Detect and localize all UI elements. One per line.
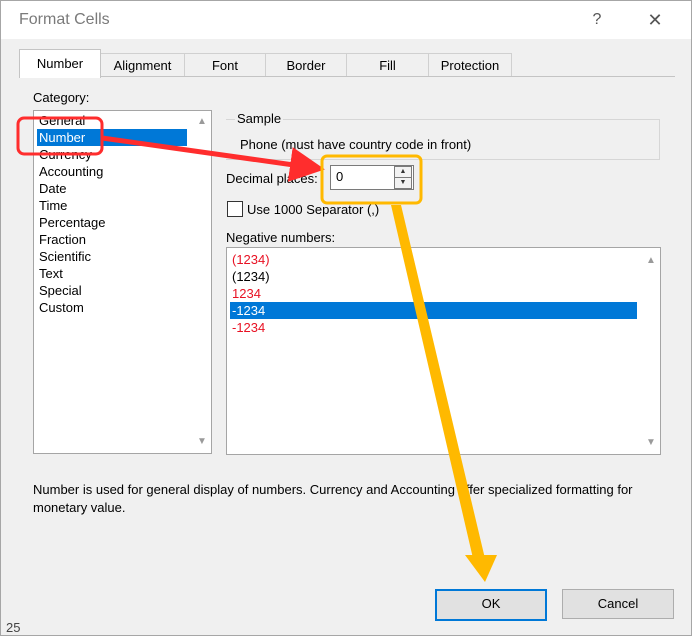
tab-fill[interactable]: Fill (346, 53, 429, 77)
category-label-text: Category: (33, 90, 90, 105)
category-item-text[interactable]: Text (37, 265, 63, 282)
use-1000-separator-label: Use 1000 Separator (,) (247, 202, 380, 217)
category-item-fraction[interactable]: Fraction (37, 231, 86, 248)
decimal-places-value: 0 (336, 169, 344, 184)
ok-button[interactable]: OK (435, 589, 547, 621)
decimal-places-label: Decimal places: (226, 171, 318, 186)
cancel-button[interactable]: Cancel (562, 589, 674, 619)
category-item-date[interactable]: Date (37, 180, 66, 197)
negative-item-parens[interactable]: (1234) (230, 268, 270, 285)
negative-item-minus[interactable]: -1234 (230, 302, 637, 319)
sample-label: Sample (235, 111, 284, 126)
help-icon[interactable]: ? (583, 9, 611, 31)
scroll-down-icon[interactable]: ▼ (193, 433, 211, 451)
scroll-down-icon[interactable]: ▼ (642, 434, 660, 452)
negative-item-red-plain[interactable]: 1234 (230, 285, 261, 302)
tab-alignment[interactable]: Alignment (100, 53, 185, 77)
title-bar: Format Cells ? ✕ (1, 1, 691, 39)
category-item-time[interactable]: Time (37, 197, 67, 214)
tab-border[interactable]: Border (265, 53, 347, 77)
dialog-title: Format Cells (19, 11, 110, 28)
category-item-number[interactable]: Number (37, 129, 187, 146)
category-item-scientific[interactable]: Scientific (37, 248, 91, 265)
format-cells-dialog: Format Cells ? ✕ Number Alignment Font B… (0, 0, 692, 636)
negative-item-red-minus[interactable]: -1234 (230, 319, 265, 336)
tab-protection[interactable]: Protection (428, 53, 512, 77)
tab-number[interactable]: Number (19, 49, 101, 78)
category-listbox[interactable]: General Number Currency Accounting Date … (33, 110, 212, 454)
negative-numbers-label: Negative numbers: (226, 230, 336, 245)
category-scrollbar[interactable]: ▲ ▼ (193, 111, 211, 453)
category-label: Category: (33, 90, 89, 105)
category-item-percentage[interactable]: Percentage (37, 214, 106, 231)
scroll-up-icon[interactable]: ▲ (642, 252, 660, 270)
category-item-general[interactable]: General (37, 112, 85, 129)
tab-font[interactable]: Font (184, 53, 266, 77)
close-icon[interactable]: ✕ (641, 9, 669, 31)
row-number: 25 (6, 620, 21, 635)
spin-down-icon[interactable]: ▼ (394, 177, 412, 189)
category-item-special[interactable]: Special (37, 282, 82, 299)
category-description: Number is used for general display of nu… (33, 482, 633, 515)
negative-numbers-scrollbar[interactable]: ▲ ▼ (642, 248, 660, 454)
negative-item-red-parens[interactable]: (1234) (230, 251, 270, 268)
category-item-currency[interactable]: Currency (37, 146, 92, 163)
scroll-up-icon[interactable]: ▲ (193, 113, 211, 131)
category-item-accounting[interactable]: Accounting (37, 163, 103, 180)
negative-numbers-listbox[interactable]: (1234) (1234) 1234 -1234 -1234 ▲ ▼ (226, 247, 661, 455)
category-item-custom[interactable]: Custom (37, 299, 84, 316)
sample-value: Phone (must have country code in front) (240, 137, 472, 152)
use-1000-separator-checkbox[interactable] (227, 201, 243, 217)
